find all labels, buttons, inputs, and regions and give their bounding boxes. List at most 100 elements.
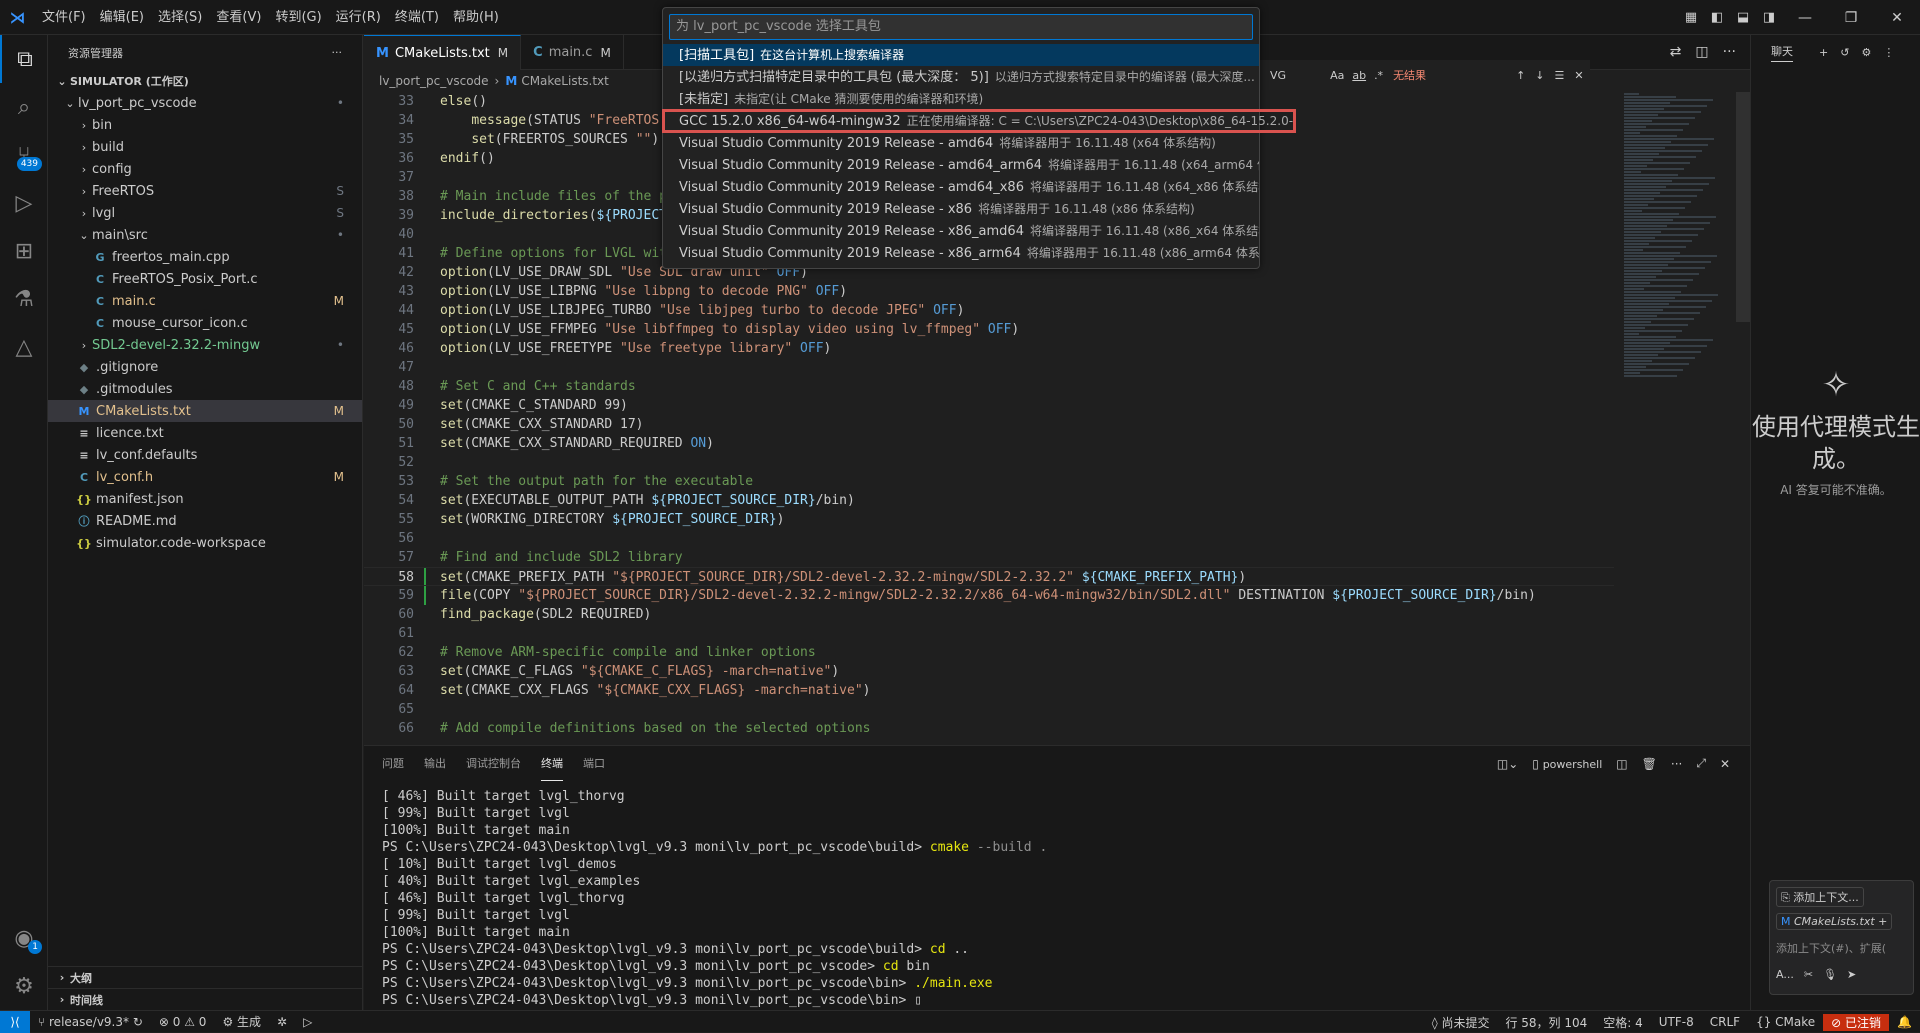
account-icon[interactable]: ◉1 (0, 914, 48, 962)
search-icon[interactable]: ⌕ (0, 83, 48, 131)
kit-option[interactable]: Visual Studio Community 2019 Release - a… (663, 176, 1259, 198)
chat-input[interactable]: 添加上下文(#)、扩展( (1776, 940, 1907, 956)
minimap[interactable] (1624, 92, 1734, 492)
split-terminal-icon[interactable]: ◫ (1616, 757, 1627, 771)
source-control-icon[interactable]: ⑂439 (0, 131, 48, 179)
cmake-icon[interactable]: △ (0, 323, 48, 371)
menu-item[interactable]: 运行(R) (329, 0, 388, 35)
more-actions-icon[interactable]: ··· (332, 46, 343, 59)
editor-scrollbar[interactable] (1736, 92, 1750, 322)
send-icon[interactable]: ➤ (1847, 968, 1856, 981)
close-find-icon[interactable]: ✕ (1574, 69, 1583, 82)
tree-item[interactable]: Cmouse_cursor_icon.c (48, 312, 362, 334)
tree-item[interactable]: ›config (48, 158, 362, 180)
add-context-button[interactable]: ⎘ 添加上下文... (1776, 887, 1864, 907)
menu-item[interactable]: 终端(T) (388, 0, 446, 35)
language-mode[interactable]: {} CMake (1748, 1015, 1823, 1029)
workspace-section[interactable]: ⌄ SIMULATOR (工作区) (48, 70, 362, 92)
menu-item[interactable]: 查看(V) (209, 0, 268, 35)
panel-more-icon[interactable]: ··· (1671, 757, 1682, 771)
tree-item[interactable]: {}manifest.json (48, 488, 362, 510)
context-file-chip[interactable]: M CMakeLists.txt + (1776, 913, 1892, 930)
tree-item[interactable]: ⌄main\src• (48, 224, 362, 246)
maximize-panel-icon[interactable]: ⤢ (1696, 756, 1706, 771)
tree-item[interactable]: ›lvglS (48, 202, 362, 224)
panel-tab[interactable]: 调试控制台 (466, 746, 521, 781)
run-icon[interactable]: ▷ (295, 1015, 320, 1029)
tab-cmakelists[interactable]: M CMakeLists.txt M (364, 35, 521, 70)
testing-icon[interactable]: ⚗ (0, 275, 48, 323)
new-chat-icon[interactable]: + (1819, 46, 1828, 59)
close-window-button[interactable]: ✕ (1874, 0, 1920, 35)
problems-indicator[interactable]: ⊗ 0 ⚠ 0 (151, 1015, 215, 1029)
tree-item[interactable]: ◆.gitmodules (48, 378, 362, 400)
terminal-shell-selector[interactable]: ▯ powershell (1532, 757, 1602, 771)
match-whole-word-icon[interactable]: ab (1352, 69, 1366, 82)
kit-option[interactable]: [以递归方式扫描特定目录中的工具包 (最大深度： 5)]以递归方式搜索特定目录中… (663, 66, 1259, 88)
menu-item[interactable]: 帮助(H) (446, 0, 506, 35)
debug-icon[interactable]: ✲ (269, 1015, 295, 1029)
terminal-output[interactable]: [ 46%] Built target lvgl_thorvg[ 99%] Bu… (382, 788, 1047, 1009)
tree-item[interactable]: Cmain.cM (48, 290, 362, 312)
breadcrumb-folder[interactable]: lv_port_pc_vscode (379, 74, 489, 88)
run-debug-icon[interactable]: ▷ (0, 179, 48, 227)
tree-item[interactable]: ›SDL2-devel-2.32.2-mingw• (48, 334, 362, 356)
chat-history-icon[interactable]: ↺ (1840, 46, 1849, 59)
tree-item[interactable]: Clv_conf.hM (48, 466, 362, 488)
kill-terminal-icon[interactable]: 🗑 (1642, 757, 1657, 771)
tree-root-folder[interactable]: ⌄ lv_port_pc_vscode • (48, 92, 362, 114)
chat-more-icon[interactable]: ⋮ (1883, 46, 1894, 59)
kit-option[interactable]: [未指定]未指定(让 CMake 猜测要使用的编译器和环境) (663, 88, 1259, 110)
restore-button[interactable]: ❐ (1828, 0, 1874, 35)
encoding[interactable]: UTF-8 (1651, 1015, 1702, 1029)
toggle-secondary-sidebar-icon[interactable]: ◨ (1756, 0, 1782, 35)
end-of-line[interactable]: CRLF (1702, 1015, 1748, 1029)
breadcrumb-file[interactable]: CMakeLists.txt (521, 74, 609, 88)
timeline-section[interactable]: › 时间线 (48, 988, 363, 1010)
signed-out-badge[interactable]: ⊘ 已注销 (1823, 1014, 1889, 1031)
settings-gear-icon[interactable]: ⚙ (0, 962, 48, 1010)
toggle-primary-sidebar-icon[interactable]: ◧ (1704, 0, 1730, 35)
kit-option[interactable]: Visual Studio Community 2019 Release - x… (663, 198, 1259, 220)
kit-option[interactable]: [扫描工具包]在这台计算机上搜索编译器 (663, 44, 1259, 66)
match-case-icon[interactable]: Aa (1330, 69, 1344, 82)
notifications-icon[interactable]: 🔔 (1889, 1015, 1920, 1029)
tree-item[interactable]: ≡lv_conf.defaults (48, 444, 362, 466)
tree-item[interactable]: Gfreertos_main.cpp (48, 246, 362, 268)
menu-item[interactable]: 转到(G) (268, 0, 328, 35)
microphone-icon[interactable]: 🎙 (1823, 968, 1837, 981)
split-editor-icon[interactable]: ◫ (1695, 44, 1708, 60)
mode-selector[interactable]: A... (1776, 968, 1794, 981)
panel-tab[interactable]: 问题 (382, 746, 404, 781)
regex-icon[interactable]: .* (1374, 69, 1383, 82)
tree-item[interactable]: ›bin (48, 114, 362, 136)
kit-option[interactable]: Visual Studio Community 2019 Release - x… (663, 220, 1259, 242)
remote-indicator-icon[interactable]: ⟩⟨ (0, 1011, 30, 1033)
tree-item[interactable]: ⓘREADME.md (48, 510, 362, 532)
menu-item[interactable]: 选择(S) (151, 0, 209, 35)
tab-main-c[interactable]: C main.c M (521, 35, 624, 70)
tree-item[interactable]: ≡licence.txt (48, 422, 362, 444)
compare-changes-icon[interactable]: ⇄ (1670, 44, 1682, 60)
tree-item[interactable]: ◆.gitignore (48, 356, 362, 378)
uncommitted-indicator[interactable]: ◊ 尚未提交 (1424, 1014, 1498, 1031)
panel-tab[interactable]: 端口 (583, 746, 605, 781)
kit-option[interactable]: Visual Studio Community 2019 Release - a… (663, 132, 1259, 154)
explorer-icon[interactable]: ⧉ (0, 35, 48, 83)
cursor-position[interactable]: 行 58，列 104 (1497, 1014, 1595, 1031)
new-terminal-split-icon[interactable]: ◫⌄ (1497, 757, 1518, 771)
menu-item[interactable]: 编辑(E) (93, 0, 151, 35)
tree-item[interactable]: CFreeRTOS_Posix_Port.c (48, 268, 362, 290)
tools-icon[interactable]: ✂ (1804, 968, 1813, 981)
branch-indicator[interactable]: ⑂ release/v9.3* ↻ (30, 1015, 151, 1029)
toggle-panel-icon[interactable]: ⬓ (1730, 0, 1756, 35)
tree-item[interactable]: MCMakeLists.txtM (48, 400, 362, 422)
kit-option[interactable]: Visual Studio Community 2019 Release - x… (663, 242, 1259, 264)
editor-more-icon[interactable]: ··· (1723, 44, 1736, 60)
find-in-selection-icon[interactable]: ☰ (1555, 69, 1565, 82)
extensions-icon[interactable]: ⊞ (0, 227, 48, 275)
previous-match-icon[interactable]: ↑ (1516, 69, 1525, 82)
outline-section[interactable]: › 大纲 (48, 966, 363, 988)
tree-item[interactable]: {}simulator.code-workspace (48, 532, 362, 554)
kit-option[interactable]: GCC 15.2.0 x86_64-w64-mingw32正在使用编译器: C … (663, 110, 1295, 132)
